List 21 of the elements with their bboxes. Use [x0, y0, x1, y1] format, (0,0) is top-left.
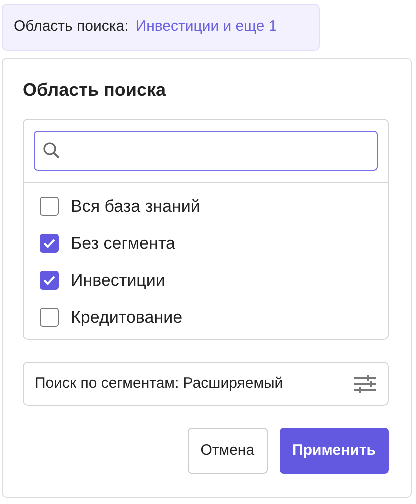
option-label: Без сегмента: [71, 233, 176, 255]
search-scope-chip[interactable]: Область поиска: Инвестиции и еще 1: [2, 4, 320, 51]
checkbox[interactable]: [40, 271, 59, 290]
mode-label: Поиск по сегментам: Расширяемый: [35, 374, 284, 394]
checkbox[interactable]: [40, 234, 59, 253]
filter-settings-icon: [353, 374, 377, 394]
checkmark-icon: [43, 238, 56, 249]
option-label: Вся база знаний: [71, 196, 200, 218]
search-mode-field[interactable]: Поиск по сегментам: Расширяемый: [23, 362, 389, 406]
checkbox[interactable]: [40, 197, 59, 216]
panel-title: Область поиска: [23, 81, 168, 99]
checkbox[interactable]: [40, 308, 59, 327]
chip-value: Инвестиции и еще 1: [136, 17, 278, 38]
option-label: Кредитование: [71, 307, 183, 329]
search-icon: [43, 142, 61, 160]
checkmark-icon: [43, 275, 56, 286]
apply-button[interactable]: Применить: [280, 428, 389, 474]
chip-label: Область поиска:: [14, 17, 129, 38]
cancel-button[interactable]: Отмена: [188, 428, 268, 474]
option-label: Инвестиции: [71, 270, 166, 292]
search-field[interactable]: [34, 131, 378, 171]
